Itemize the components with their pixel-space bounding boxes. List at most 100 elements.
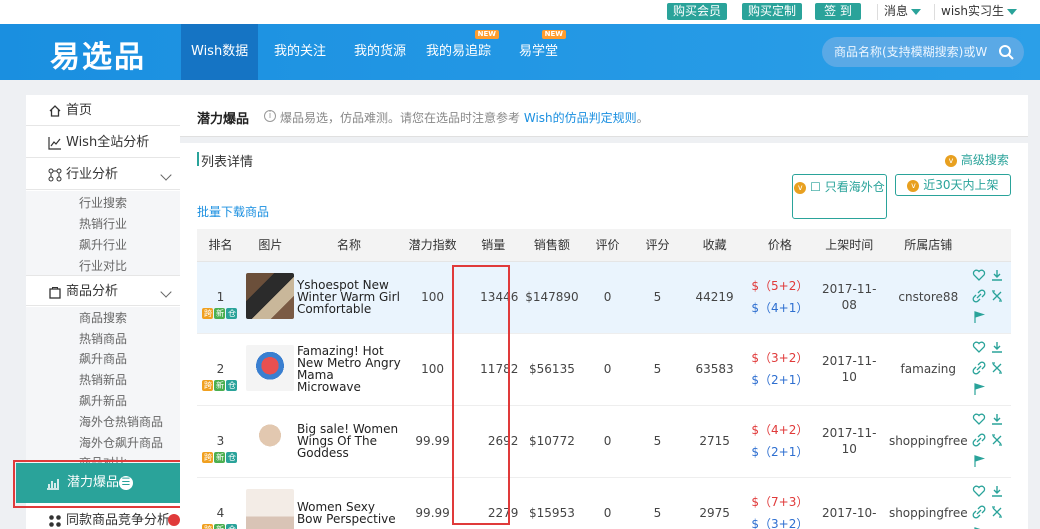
- rule-link[interactable]: Wish的仿品判定规则: [524, 111, 637, 125]
- col-rating[interactable]: 评分: [633, 229, 682, 262]
- platform-tags: 跨新仓: [197, 305, 244, 319]
- sidebar-sub-hot-industry[interactable]: 热销行业: [79, 215, 127, 232]
- sidebar-item-product[interactable]: 商品分析: [26, 275, 180, 306]
- cross-compare-icon[interactable]: [990, 433, 1004, 447]
- sidebar-item-label: 同款商品竞争分析: [66, 513, 171, 528]
- download-icon[interactable]: [990, 412, 1004, 426]
- col-date[interactable]: 上架时间: [812, 229, 887, 262]
- sidebar-sub-product-search[interactable]: 商品搜索: [79, 309, 127, 326]
- rank-cell: 3 跨新仓: [197, 405, 244, 478]
- nav-my-tracking[interactable]: 我的易追踪 NEW: [416, 24, 501, 80]
- new-badge: NEW: [541, 30, 567, 39]
- user-menu[interactable]: wish实习生: [941, 3, 1018, 20]
- product-thumbnail[interactable]: [246, 272, 295, 319]
- platform-tag: 新: [214, 379, 226, 391]
- sidebar-sub-overseas-rising[interactable]: 海外仓飙升商品: [79, 434, 163, 451]
- sidebar-item-industry[interactable]: 行业分析: [26, 159, 180, 190]
- overseas-only-toggle[interactable]: v ☐ 只看海外仓: [792, 174, 887, 219]
- favorites-cell: 63583: [681, 333, 748, 406]
- sidebar-sub-hot-new[interactable]: 热销新品: [79, 371, 127, 388]
- date-cell: 2017-11-08: [812, 261, 887, 334]
- heart-icon[interactable]: [972, 484, 986, 498]
- new-badge: NEW: [474, 30, 500, 39]
- store-cell[interactable]: famazing: [886, 333, 971, 406]
- col-potential[interactable]: 潜力指数: [400, 229, 465, 262]
- sidebar-sub-rising-products[interactable]: 飙升商品: [79, 350, 127, 367]
- flag-icon[interactable]: [972, 310, 986, 324]
- search-input[interactable]: [834, 43, 994, 61]
- link-icon[interactable]: [972, 289, 986, 303]
- platform-tag: 跨: [202, 451, 214, 463]
- checkin-button[interactable]: 签 到: [815, 3, 861, 20]
- page-subtitle: 爆品易选，仿品难测。请您在选品时注意参考 Wish的仿品判定规则。: [280, 109, 649, 126]
- product-table: 排名 图片 名称 潜力指数 销量 销售额 评价 评分 收藏 价格 上架时间 所属…: [197, 229, 1011, 529]
- col-actions: [970, 229, 1011, 262]
- flag-icon[interactable]: [972, 526, 986, 529]
- main-content: 潜力爆品 i 爆品易选，仿品难测。请您在选品时注意参考 Wish的仿品判定规则。…: [180, 95, 1028, 529]
- cross-compare-icon[interactable]: [990, 289, 1004, 303]
- sidebar-sub-hot-products[interactable]: 热销商品: [79, 330, 127, 347]
- flag-icon[interactable]: [972, 454, 986, 468]
- download-icon[interactable]: [990, 340, 1004, 354]
- sidebar-item-competition[interactable]: 同款商品竞争分析: [26, 505, 180, 529]
- subtitle-text: 爆品易选，仿品难测。请您在选品时注意参考: [280, 111, 521, 125]
- link-icon[interactable]: [972, 505, 986, 519]
- rank-cell: 4 跨新仓: [197, 477, 244, 529]
- table-row[interactable]: 1 跨新仓 Yshoespot New Winter Warm Girl Com…: [197, 261, 1011, 334]
- nav-my-source[interactable]: 我的货源: [344, 24, 416, 80]
- messages-menu[interactable]: 消息: [884, 3, 922, 20]
- col-revenue[interactable]: 销售额: [522, 229, 582, 262]
- price-blue: $（2+1）: [751, 373, 809, 387]
- store-cell[interactable]: shoppingfree: [886, 477, 971, 529]
- buy-custom-button[interactable]: 购买定制: [742, 3, 803, 20]
- product-thumbnail[interactable]: [246, 488, 295, 529]
- link-icon[interactable]: [972, 433, 986, 447]
- actions-cell: [970, 333, 1011, 406]
- sidebar-sub-industry-compare[interactable]: 行业对比: [79, 257, 127, 274]
- heart-icon[interactable]: [972, 268, 986, 282]
- col-sales[interactable]: 销量: [464, 229, 523, 262]
- revenue-cell: $56135: [522, 333, 582, 406]
- rank-value: 2: [216, 361, 225, 376]
- sidebar-item-home[interactable]: 首页: [26, 95, 180, 126]
- flag-icon[interactable]: [972, 382, 986, 396]
- recent-30-toggle[interactable]: v 近30天内上架: [895, 174, 1011, 196]
- cross-compare-icon[interactable]: [990, 361, 1004, 375]
- heart-icon[interactable]: [972, 340, 986, 354]
- table-row[interactable]: 2 跨新仓 Famazing! Hot New Metro Angry Mama…: [197, 333, 1011, 406]
- col-reviews[interactable]: 评价: [581, 229, 634, 262]
- sales-highlight-box: [452, 265, 510, 525]
- link-icon[interactable]: [972, 361, 986, 375]
- sidebar-sub-overseas-hot[interactable]: 海外仓热销商品: [79, 413, 163, 430]
- table-row[interactable]: 4 跨新仓 Women Sexy Bow Perspective 99.99 2…: [197, 477, 1011, 529]
- col-price[interactable]: 价格: [747, 229, 813, 262]
- col-rank[interactable]: 排名: [197, 229, 244, 262]
- sidebar-sub-rising-new[interactable]: 飙升新品: [79, 392, 127, 409]
- nav-academy[interactable]: 易学堂 NEW: [509, 24, 568, 80]
- product-name[interactable]: Women Sexy Bow Perspective: [296, 477, 401, 529]
- table-row[interactable]: 3 跨新仓 Big sale! Women Wings Of The Godde…: [197, 405, 1011, 478]
- download-icon[interactable]: [990, 268, 1004, 282]
- batch-download-link[interactable]: 批量下载商品: [197, 203, 269, 220]
- search-icon[interactable]: [998, 44, 1014, 60]
- recent-30-label: 近30天内上架: [923, 178, 999, 192]
- product-thumbnail[interactable]: [246, 416, 295, 463]
- product-name[interactable]: Yshoespot New Winter Warm Girl Comfortab…: [296, 261, 401, 334]
- sidebar-sub-industry-search[interactable]: 行业搜索: [79, 194, 127, 211]
- nav-my-follow[interactable]: 我的关注: [264, 24, 336, 80]
- download-icon[interactable]: [990, 484, 1004, 498]
- product-name[interactable]: Famazing! Hot New Metro Angry Mama Micro…: [296, 333, 401, 406]
- product-thumbnail[interactable]: [246, 344, 295, 391]
- store-cell[interactable]: cnstore88: [886, 261, 971, 334]
- col-favorites[interactable]: 收藏: [681, 229, 748, 262]
- sidebar-sub-rising-industry[interactable]: 飙升行业: [79, 236, 127, 253]
- product-name[interactable]: Big sale! Women Wings Of The Goddess: [296, 405, 401, 478]
- heart-icon[interactable]: [972, 412, 986, 426]
- sidebar-item-site-analysis[interactable]: Wish全站分析: [26, 127, 180, 158]
- nav-wish-data[interactable]: Wish数据: [181, 24, 259, 80]
- buy-member-button[interactable]: 购买会员: [667, 3, 728, 20]
- cross-compare-icon[interactable]: [990, 505, 1004, 519]
- logo[interactable]: 易选品: [50, 32, 146, 76]
- store-cell[interactable]: shoppingfree: [886, 405, 971, 478]
- advanced-search-link[interactable]: v 高级搜索: [945, 151, 1009, 168]
